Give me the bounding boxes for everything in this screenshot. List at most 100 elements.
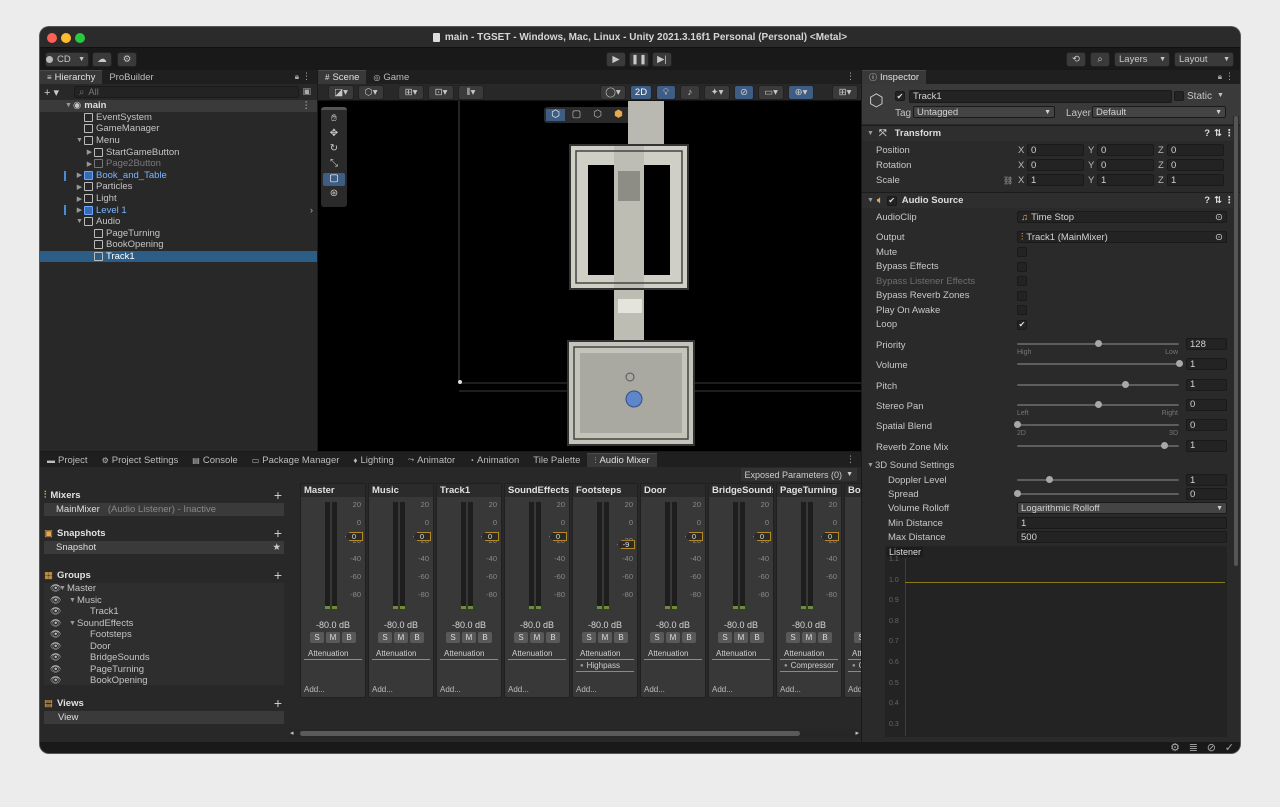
camera-dropdown[interactable]: ▭▾ xyxy=(758,85,784,100)
scene-visibility-icon[interactable]: ▣ xyxy=(302,86,311,97)
spread-slider[interactable] xyxy=(1014,487,1179,501)
object-picker-icon[interactable]: ⊙ xyxy=(1215,232,1223,242)
scroll-right-icon[interactable]: ▸ xyxy=(855,729,859,737)
list-item[interactable]: GameManager xyxy=(40,123,317,135)
tab-console[interactable]: ▤ Console xyxy=(185,453,244,467)
doppler-field[interactable]: 1 xyxy=(1186,474,1227,487)
component-enabled-checkbox[interactable]: ✔ xyxy=(886,195,897,206)
close-window-button[interactable] xyxy=(47,33,57,43)
audio-clip-field[interactable]: ♫ Time Stop ⊙ xyxy=(1017,211,1227,224)
list-item[interactable]: ▶ Book_and_Table xyxy=(40,170,317,182)
scroll-left-icon[interactable]: ◂ xyxy=(290,729,294,737)
mute-button[interactable]: M xyxy=(326,632,340,643)
effects-dropdown[interactable]: ✦▾ xyxy=(704,85,730,100)
collapse-arrow-icon[interactable]: ▶ xyxy=(75,195,84,203)
solo-button[interactable]: S xyxy=(378,632,392,643)
object-picker-icon[interactable]: ⊙ xyxy=(1215,212,1223,222)
toggle-checkbox[interactable] xyxy=(1017,261,1027,272)
kebab-menu-icon[interactable]: ⋮ xyxy=(846,71,855,82)
transform-z-field[interactable]: 0 xyxy=(1167,159,1224,172)
mixer-channel-strip[interactable]: SoundEffects200-20-40-60-800-80.0 dBSMBA… xyxy=(504,483,570,698)
mute-button[interactable]: M xyxy=(598,632,612,643)
mute-button[interactable]: M xyxy=(734,632,748,643)
add-snapshot-button[interactable]: + xyxy=(274,525,282,541)
effect-slot[interactable]: Attenuation xyxy=(304,648,362,660)
database-icon[interactable]: ≣ xyxy=(1189,741,1198,753)
horizontal-scrollbar[interactable]: ◂ ▸ xyxy=(290,729,861,738)
rolloff-dropdown[interactable]: Logarithmic Rolloff ▼ xyxy=(1017,502,1227,515)
add-effect-button[interactable]: Add... xyxy=(644,685,665,694)
toggle-checkbox[interactable] xyxy=(1017,290,1027,301)
group-item[interactable]: 👁︎ ▼ SoundEffects xyxy=(44,618,284,630)
group-item[interactable]: 👁︎ BridgeSounds xyxy=(44,652,284,664)
slider-value-field[interactable]: 0 xyxy=(1186,398,1227,411)
slider-knob[interactable] xyxy=(1095,340,1102,347)
list-item[interactable]: ▶ StartGameButton xyxy=(40,146,317,158)
slider-knob[interactable] xyxy=(1014,490,1021,497)
group-item[interactable]: 👁︎ ▼ Music xyxy=(44,595,284,607)
collapse-arrow-icon[interactable]: ▶ xyxy=(85,160,94,168)
toggle-2d-button[interactable]: 2D xyxy=(630,85,652,100)
mute-button[interactable]: M xyxy=(666,632,680,643)
debug-icon[interactable]: ⚙ xyxy=(1170,741,1180,753)
effect-slot[interactable]: Attenuation xyxy=(780,648,838,660)
mixer-channel-strip[interactable]: Master200-20-40-60-800-80.0 dBSMBAttenua… xyxy=(300,483,366,698)
value-slider[interactable] xyxy=(1017,378,1179,392)
layer-dropdown[interactable]: Default ▼ xyxy=(1092,106,1226,118)
mute-button[interactable]: M xyxy=(394,632,408,643)
slider-value-field[interactable]: 1 xyxy=(1186,378,1227,391)
tab-project[interactable]: ▬ Project xyxy=(40,453,95,467)
collapse-arrow-icon[interactable]: ▶ xyxy=(75,171,84,179)
toggle-checkbox[interactable]: ✔ xyxy=(1017,319,1027,330)
scene-row[interactable]: ▼ ◉ main ⋮ xyxy=(40,100,317,112)
align-dropdown[interactable]: ⫴▾ xyxy=(458,85,484,100)
tab-package-manager[interactable]: ▭ Package Manager xyxy=(245,453,347,467)
slider-value-field[interactable]: 128 xyxy=(1186,338,1227,350)
slider-knob[interactable] xyxy=(1161,441,1169,449)
group-item[interactable]: 👁︎ Track1 xyxy=(44,606,284,618)
tab-game[interactable]: ◎ Game xyxy=(366,70,416,84)
effect-slot[interactable]: Attenuation xyxy=(372,648,430,660)
output-field[interactable]: ⫶ Track1 (MainMixer) ⊙ xyxy=(1017,231,1227,244)
transform-x-field[interactable]: 0 xyxy=(1027,144,1084,157)
collab-button[interactable]: ⚙ xyxy=(117,52,137,67)
eye-icon[interactable]: 👁︎ xyxy=(50,664,61,675)
expand-arrow-icon[interactable]: ▼ xyxy=(75,218,84,225)
expand-arrow-icon[interactable]: ▼ xyxy=(866,462,875,469)
mixer-channel-strip[interactable]: Music200-20-40-60-800-80.0 dBSMBAttenuat… xyxy=(368,483,434,698)
eye-icon[interactable]: 👁︎ xyxy=(50,652,61,663)
solo-button[interactable]: S xyxy=(446,632,460,643)
list-item[interactable]: PageTurning xyxy=(40,228,317,240)
expand-arrow-icon[interactable]: ▼ xyxy=(68,597,77,604)
transform-header[interactable]: ▼ ⤧ Transform ? ⇅ ⋮ xyxy=(862,125,1240,141)
tab-animator[interactable]: ⤳ Animator xyxy=(401,453,462,467)
rolloff-graph[interactable]: Listener 1.1 1.0 0.9 0.8 0.7 0.6 0.5 0.4 0.3 xyxy=(885,546,1227,737)
bypass-button[interactable]: B xyxy=(342,632,356,643)
bypass-button[interactable]: B xyxy=(818,632,832,643)
play-button[interactable]: ▶ xyxy=(606,52,626,67)
shading-mode-dropdown[interactable]: ◯▾ xyxy=(600,85,626,100)
transform-y-field[interactable]: 0 xyxy=(1097,159,1154,172)
account-dropdown[interactable]: CD ▼ xyxy=(45,52,89,67)
pause-button[interactable]: ❚❚ xyxy=(629,52,649,67)
star-icon[interactable]: ★ xyxy=(272,542,281,553)
value-slider[interactable] xyxy=(1014,418,1179,432)
mixer-channel-strip[interactable]: Door200-20-40-60-800-80.0 dBSMBAttenuati… xyxy=(640,483,706,698)
audio-toggle[interactable]: ♪ xyxy=(680,85,700,100)
layers-dropdown[interactable]: Layers ▼ xyxy=(1114,52,1170,67)
slider-knob[interactable] xyxy=(1046,476,1054,483)
mixer-item[interactable]: MainMixer (Audio Listener) - Inactive xyxy=(44,503,284,516)
chevron-right-icon[interactable]: › xyxy=(310,205,313,216)
layout-dropdown[interactable]: Layout ▼ xyxy=(1174,52,1234,67)
minimize-window-button[interactable] xyxy=(61,33,71,43)
solo-button[interactable]: S xyxy=(310,632,324,643)
add-effect-button[interactable]: Add... xyxy=(780,685,801,694)
collapse-arrow-icon[interactable]: ▶ xyxy=(85,148,94,156)
kebab-menu-icon[interactable]: ⋮ xyxy=(302,71,311,82)
draw-mode-dropdown[interactable]: ◪▾ xyxy=(328,85,354,100)
tab-audio-mixer[interactable]: ⫶ Audio Mixer xyxy=(587,453,657,467)
group-item[interactable]: 👁︎ BookOpening xyxy=(44,675,284,687)
slider-knob[interactable] xyxy=(1095,400,1102,408)
preset-icon[interactable]: ⇅ xyxy=(1214,128,1222,139)
collapse-arrow-icon[interactable]: ▶ xyxy=(75,206,84,214)
